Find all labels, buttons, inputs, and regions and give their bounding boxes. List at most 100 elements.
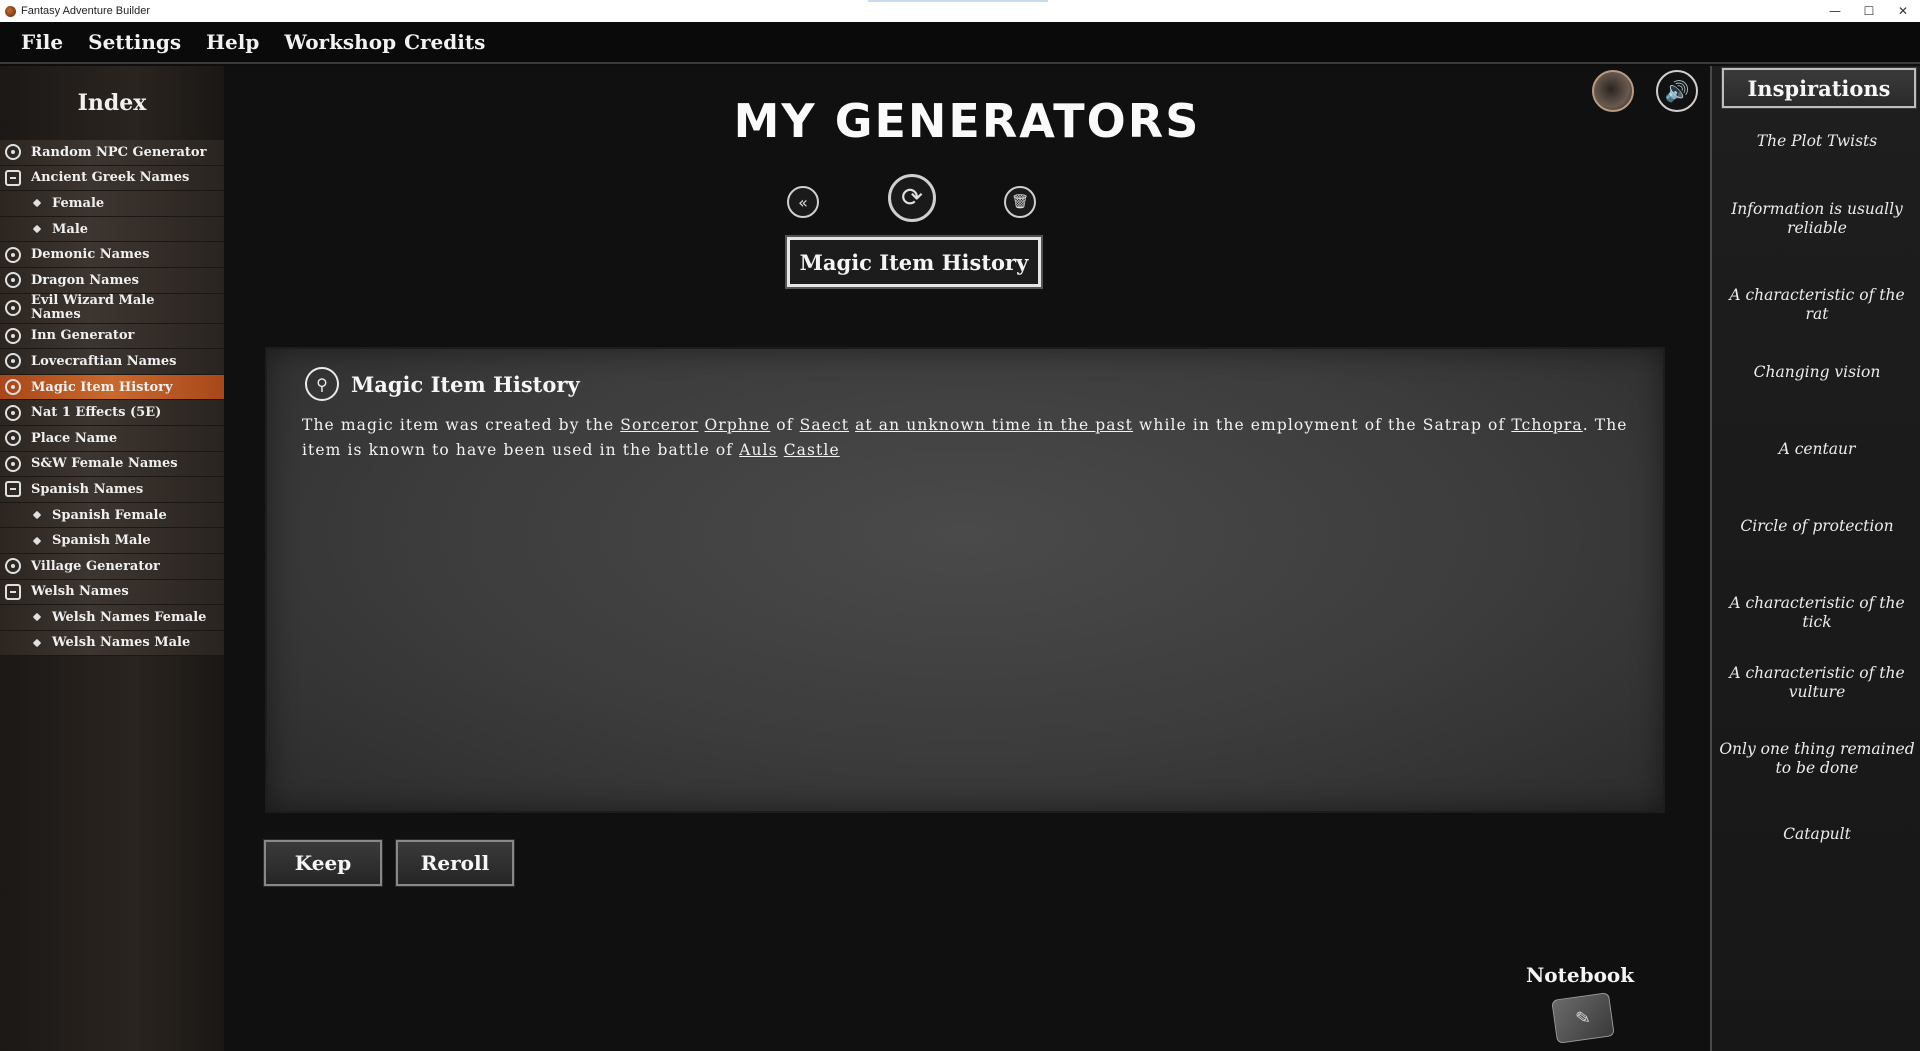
sidebar-item[interactable]: Male (0, 216, 224, 243)
refresh-icon[interactable]: ⟳ (888, 174, 936, 222)
sidebar-item-label: Welsh Names (31, 584, 129, 600)
target-icon (5, 558, 21, 575)
index-title: Index (77, 90, 147, 116)
reroll-button[interactable]: Reroll (395, 839, 515, 887)
sidebar-item[interactable]: Inn Generator (0, 323, 224, 350)
sidebar-item[interactable]: Welsh Names Male (0, 630, 224, 657)
sidebar-item-label: Lovecraftian Names (31, 353, 177, 369)
sidebar-item-label: Welsh Names Male (52, 635, 191, 651)
sidebar-item[interactable]: Evil Wizard Male Names (0, 293, 224, 324)
window-titlebar: Fantasy Adventure Builder — ☐ ✕ (0, 0, 1920, 22)
keep-button[interactable]: Keep (263, 839, 383, 887)
target-icon (5, 300, 21, 317)
page-title: MY GENERATORS (733, 94, 1201, 148)
result-text-segment: of (770, 416, 800, 434)
sidebar-item[interactable]: S&W Female Names (0, 451, 224, 478)
maximize-button[interactable]: ☐ (1852, 0, 1886, 22)
menu-help[interactable]: Help (206, 30, 259, 54)
result-text-segment: while in the employment of the Satrap of (1133, 416, 1512, 434)
sidebar-item[interactable]: Female (0, 191, 224, 217)
sidebar-item[interactable]: Spanish Male (0, 528, 224, 554)
index-sidebar: Index Random NPC Generator Ancient Greek … (0, 66, 224, 1051)
menu-file[interactable]: File (21, 30, 63, 54)
sidebar-item[interactable]: Random NPC Generator (0, 140, 224, 166)
sidebar-item-label: Place Name (31, 430, 118, 446)
target-icon (5, 430, 21, 447)
sound-icon[interactable]: 🔊 (1656, 70, 1698, 112)
sidebar-item[interactable]: Magic Item History (0, 374, 224, 401)
sidebar-item-label: Evil Wizard Male Names (31, 293, 155, 323)
menu-workshop[interactable]: Workshop (284, 30, 396, 54)
inspirations-panel: Inspirations The Plot Twists Information … (1710, 66, 1920, 1051)
result-link[interactable]: at an unknown time in the past (855, 416, 1133, 434)
sidebar-item[interactable]: Place Name (0, 425, 224, 452)
folder-icon (5, 481, 21, 498)
trash-icon[interactable]: 🗑 (1004, 186, 1036, 218)
inspiration-item[interactable]: A characteristic of the vulture (1716, 664, 1918, 702)
inspiration-item[interactable]: Circle of protection (1716, 517, 1918, 536)
sidebar-item[interactable]: Dragon Names (0, 267, 224, 294)
result-link[interactable]: Tchopra (1511, 416, 1582, 434)
inspiration-item[interactable]: Changing vision (1716, 363, 1918, 382)
result-link[interactable]: Castle (784, 441, 840, 459)
target-icon (5, 144, 21, 161)
sidebar-item-label: Ancient Greek Names (31, 170, 190, 186)
sidebar-item-label: Magic Item History (31, 379, 173, 395)
sidebar-item-label: Nat 1 Effects (5E) (31, 405, 162, 421)
diamond-icon (32, 510, 42, 520)
diamond-icon (32, 224, 42, 234)
target-icon (5, 327, 21, 344)
diamond-icon (32, 638, 42, 648)
sidebar-item[interactable]: Welsh Names (0, 579, 224, 606)
sidebar-item-label: Dragon Names (31, 272, 139, 288)
window-title: Fantasy Adventure Builder (21, 5, 151, 17)
menu-settings[interactable]: Settings (88, 30, 181, 54)
notebook-label: Notebook (1526, 963, 1635, 987)
sidebar-item-label: Village Generator (31, 558, 160, 574)
avatar-button[interactable] (1592, 70, 1634, 112)
sidebar-item[interactable]: Lovecraftian Names (0, 349, 224, 375)
sidebar-item-label: Male (52, 221, 89, 237)
result-header: ⚲ Magic Item History (305, 367, 580, 401)
menu-credits[interactable]: Credits (404, 30, 485, 54)
sidebar-item[interactable]: Demonic Names (0, 242, 224, 268)
sidebar-item[interactable]: Ancient Greek Names (0, 165, 224, 192)
result-link[interactable]: Auls (739, 441, 778, 459)
result-link[interactable]: Saect (800, 416, 849, 434)
inspiration-item[interactable]: Catapult (1716, 825, 1918, 844)
target-icon (5, 379, 21, 396)
inspiration-item[interactable]: Only one thing remained to be done (1716, 740, 1918, 778)
result-link[interactable]: Sorceror (620, 416, 698, 434)
minimize-button[interactable]: — (1818, 0, 1852, 22)
folder-icon (5, 583, 21, 600)
close-button[interactable]: ✕ (1886, 0, 1920, 22)
sidebar-item-label: Inn Generator (31, 328, 135, 344)
sidebar-item-label: Female (52, 195, 105, 211)
back-icon[interactable]: « (787, 186, 819, 218)
target-icon (5, 455, 21, 472)
inspiration-item[interactable]: A centaur (1716, 440, 1918, 459)
sidebar-item[interactable]: Nat 1 Effects (5E) (0, 400, 224, 426)
sidebar-item[interactable]: Village Generator (0, 553, 224, 580)
inspirations-title: Inspirations (1721, 67, 1917, 109)
titlebar-highlight (868, 0, 1048, 2)
sidebar-item[interactable]: Spanish Names (0, 477, 224, 503)
inspiration-item[interactable]: A characteristic of the tick (1716, 594, 1918, 632)
target-icon (5, 353, 21, 370)
inspiration-item[interactable]: A characteristic of the rat (1716, 286, 1918, 324)
sidebar-item-label: Welsh Names Female (52, 609, 207, 625)
sidebar-item[interactable]: Welsh Names Female (0, 605, 224, 631)
diamond-icon (32, 198, 42, 208)
result-link[interactable]: Orphne (705, 416, 771, 434)
diamond-icon (32, 612, 42, 622)
inspiration-item[interactable]: Information is usually reliable (1716, 200, 1918, 238)
diamond-icon (32, 536, 42, 546)
inspiration-item[interactable]: The Plot Twists (1716, 132, 1918, 151)
pin-icon: ⚲ (305, 367, 339, 401)
notebook-icon[interactable]: ✎ (1551, 992, 1615, 1044)
result-text-segment: The magic item was created by the (302, 416, 621, 434)
sidebar-item-label: S&W Female Names (31, 456, 178, 472)
sidebar-item-label: Spanish Names (31, 481, 144, 497)
sidebar-item[interactable]: Spanish Female (0, 502, 224, 529)
generator-toolbar: « ⟳ 🗑 (224, 170, 1710, 230)
